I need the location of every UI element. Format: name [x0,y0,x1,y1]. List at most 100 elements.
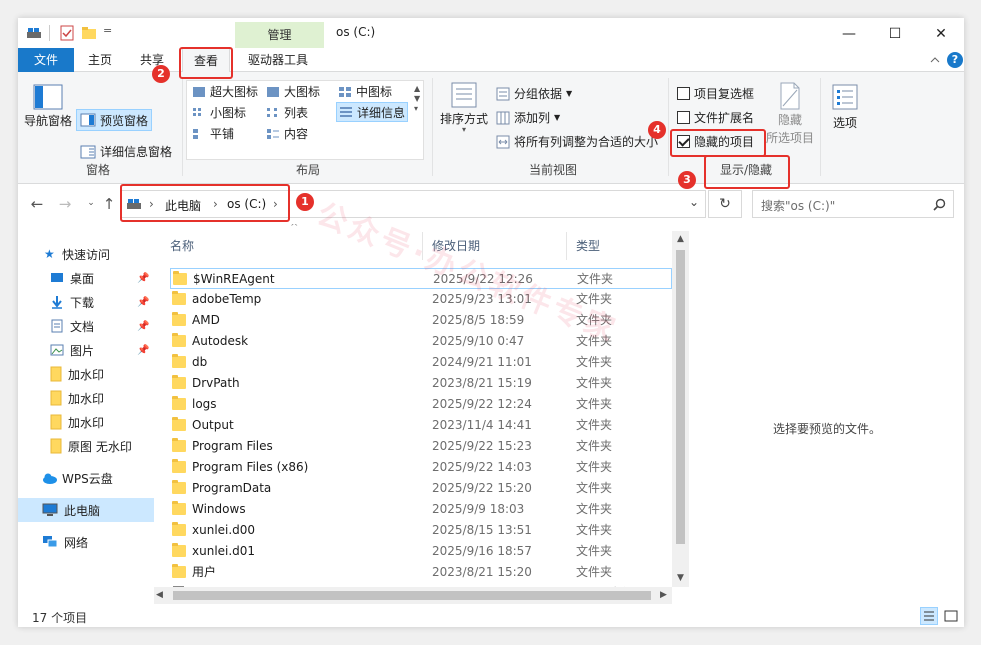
help-icon[interactable]: ? [947,52,963,68]
layout-extra-large-icons[interactable]: 超大图标 [192,83,258,100]
folder-icon [172,459,186,473]
large-icons-view-icon[interactable] [942,607,960,625]
scrollbar-thumb[interactable] [676,250,685,544]
nav-documents[interactable]: 文档 📌 [18,314,154,338]
scroll-left-arrow-icon[interactable]: ◀ [156,587,163,604]
folder-icon [50,366,62,382]
nav-pane-button[interactable]: 导航窗格 [24,84,72,129]
file-extensions-toggle[interactable]: 文件扩展名 [677,109,754,126]
nav-folder[interactable]: 加水印 [18,386,154,410]
manage-context-tab[interactable]: 管理 [235,22,324,48]
nav-wps-cloud[interactable]: WPS云盘 [18,466,154,490]
layout-small-icons[interactable]: 小图标 [192,104,246,121]
table-row[interactable]: Output 2023/11/4 14:41 文件夹 [170,415,672,436]
file-name: DrvPath [192,376,240,390]
recent-locations-chevron-icon[interactable]: ⌄ [82,198,100,208]
pin-icon[interactable]: 📌 [137,297,149,308]
tab-file[interactable]: 文件 [18,48,74,72]
size-columns-button[interactable]: 将所有列调整为合适的大小 [496,133,658,150]
item-checkboxes-checkbox[interactable] [677,87,690,100]
refresh-icon[interactable]: ↻ [708,190,742,218]
column-separator[interactable] [566,232,567,260]
file-name: adobeTemp [192,292,262,306]
nav-pane-label: 导航窗格 [24,114,73,128]
scroll-down-arrow-icon[interactable]: ▼ [672,570,689,587]
table-row[interactable]: DrvPath 2023/8/21 15:19 文件夹 [170,373,672,394]
scroll-right-arrow-icon[interactable]: ▶ [660,587,667,604]
qat-dropdown[interactable]: = [103,24,112,42]
details-view-icon[interactable] [920,607,938,625]
table-row[interactable]: db 2024/9/21 11:01 文件夹 [170,352,672,373]
nav-label: 此电脑 [64,503,101,518]
search-box[interactable]: 搜索"os (C:)" [752,190,954,218]
file-name: Program Files [192,439,273,453]
properties-icon[interactable] [60,25,74,41]
layout-list[interactable]: 列表 [266,104,308,121]
table-row[interactable]: Windows 2025/9/9 18:03 文件夹 [170,499,672,520]
folder-icon [50,414,62,430]
file-name: xunlei.d01 [192,544,256,558]
nav-pictures[interactable]: 图片 📌 [18,338,154,362]
file-date: 2025/9/22 14:03 [432,460,532,474]
details-pane-button[interactable]: 详细信息窗格 [80,143,172,160]
new-folder-icon[interactable] [81,26,97,40]
nav-quick-access[interactable]: ★ 快速访问 [18,242,154,266]
layout-tiles[interactable]: 平铺 [192,125,234,142]
maximize-button[interactable]: ☐ [872,22,918,46]
nav-downloads[interactable]: 下载 📌 [18,290,154,314]
pin-icon[interactable]: 📌 [137,321,149,332]
nav-folder[interactable]: 加水印 [18,362,154,386]
annotation-box-show-hide [704,155,790,189]
up-arrow-icon[interactable]: ↑ [100,195,118,213]
pin-icon[interactable]: 📌 [137,345,149,356]
layout-large-icons[interactable]: 大图标 [266,83,320,100]
scrollbar-thumb[interactable] [173,591,651,600]
table-row[interactable]: ProgramData 2025/9/22 15:20 文件夹 [170,478,672,499]
pin-icon[interactable]: 📌 [137,273,149,284]
layout-medium-icons[interactable]: 中图标 [338,83,392,100]
file-date: 2025/9/9 18:03 [432,502,525,516]
nav-folder[interactable]: 加水印 [18,410,154,434]
sort-by-button[interactable]: 排序方式 ▾ [440,82,488,134]
group-by-button[interactable]: 分组依据 ▼ [496,85,572,102]
column-header-name[interactable]: 名称 [170,232,194,260]
table-row[interactable]: xunlei.d01 2025/9/16 18:57 文件夹 [170,541,672,562]
options-icon [832,84,858,110]
layout-content[interactable]: 内容 [266,125,308,142]
tab-drive-tools[interactable]: 驱动器工具 [240,48,316,72]
nav-this-pc[interactable]: 此电脑 [18,498,154,522]
hide-selected-button[interactable]: 隐藏 所选项目 [766,82,814,146]
nav-desktop[interactable]: 桌面 📌 [18,266,154,290]
table-row[interactable]: xunlei.d00 2025/8/15 13:51 文件夹 [170,520,672,541]
drive-icon[interactable] [26,26,42,40]
address-history-chevron-icon[interactable]: ⌄ [689,195,699,209]
table-row[interactable]: 用户 2023/8/21 15:20 文件夹 [170,562,672,583]
tab-home[interactable]: 主页 [78,48,122,72]
back-arrow-icon[interactable]: ← [28,195,46,213]
nav-folder[interactable]: 原图 无水印 [18,434,154,458]
scroll-up-arrow-icon[interactable]: ▲ [672,231,689,248]
preview-pane-button[interactable]: 预览窗格 [76,109,153,131]
item-checkboxes-toggle[interactable]: 项目复选框 [677,85,754,102]
details-pane-label: 详细信息窗格 [100,145,173,159]
layout-details[interactable]: 详细信息 [336,102,409,122]
collapse-ribbon-icon[interactable] [930,56,940,64]
nav-network[interactable]: 网络 [18,530,154,554]
table-row[interactable]: logs 2025/9/22 12:24 文件夹 [170,394,672,415]
file-type: 文件夹 [576,544,613,558]
table-row[interactable]: Program Files 2025/9/22 15:23 文件夹 [170,436,672,457]
layout-scroll-arrows[interactable]: ▲ ▼ ▾ [414,84,420,114]
options-button[interactable]: 选项 [832,84,858,131]
horizontal-scrollbar[interactable]: ◀ ▶ [154,587,672,604]
file-extensions-checkbox[interactable] [677,111,690,124]
folder-icon [172,312,186,326]
close-button[interactable]: ✕ [918,22,964,46]
minimize-button[interactable]: — [826,22,872,46]
add-columns-button[interactable]: 添加列 ▼ [496,109,560,126]
search-icon[interactable] [933,198,946,211]
forward-arrow-icon[interactable]: → [56,195,74,213]
column-header-type[interactable]: 类型 [576,232,600,260]
folder-icon [172,543,186,557]
table-row[interactable]: Program Files (x86) 2025/9/22 14:03 文件夹 [170,457,672,478]
vertical-scrollbar[interactable]: ▲ ▼ [672,231,689,587]
